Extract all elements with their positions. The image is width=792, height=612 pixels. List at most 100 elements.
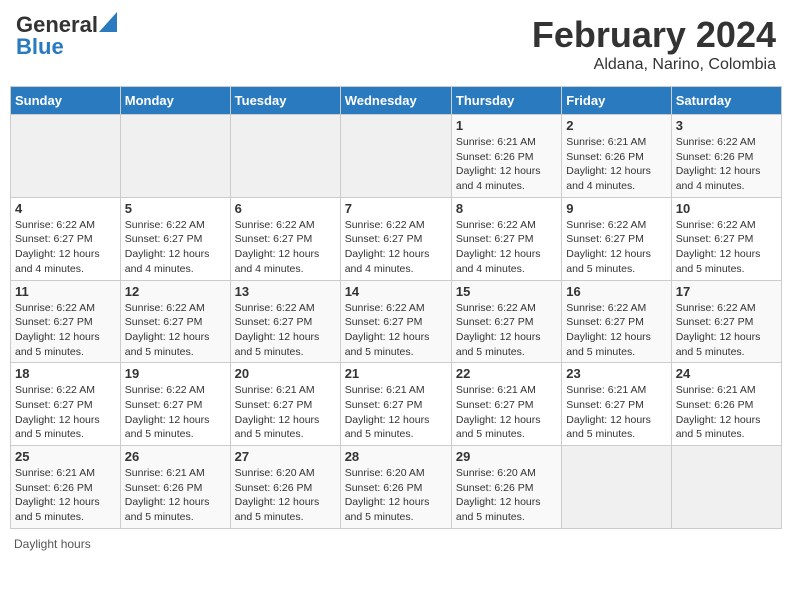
day-detail: Sunrise: 6:22 AM Sunset: 6:27 PM Dayligh…	[235, 218, 336, 277]
calendar-week-row: 4 Sunrise: 6:22 AM Sunset: 6:27 PM Daylig…	[11, 197, 782, 280]
day-detail: Sunrise: 6:22 AM Sunset: 6:27 PM Dayligh…	[456, 218, 557, 277]
logo-triangle-icon	[99, 12, 117, 32]
logo-blue-text: Blue	[16, 36, 64, 58]
day-number: 3	[676, 118, 777, 133]
calendar-cell	[230, 115, 340, 198]
calendar-cell: 3 Sunrise: 6:22 AM Sunset: 6:26 PM Daylig…	[671, 115, 781, 198]
day-number: 9	[566, 201, 666, 216]
day-number: 12	[125, 284, 226, 299]
calendar-cell: 29 Sunrise: 6:20 AM Sunset: 6:26 PM Dayli…	[451, 446, 561, 529]
calendar-cell: 22 Sunrise: 6:21 AM Sunset: 6:27 PM Dayli…	[451, 363, 561, 446]
day-detail: Sunrise: 6:21 AM Sunset: 6:27 PM Dayligh…	[566, 383, 666, 442]
day-number: 6	[235, 201, 336, 216]
day-number: 22	[456, 366, 557, 381]
day-detail: Sunrise: 6:22 AM Sunset: 6:27 PM Dayligh…	[566, 218, 666, 277]
day-detail: Sunrise: 6:21 AM Sunset: 6:26 PM Dayligh…	[676, 383, 777, 442]
calendar-cell: 14 Sunrise: 6:22 AM Sunset: 6:27 PM Dayli…	[340, 280, 451, 363]
calendar-cell	[11, 115, 121, 198]
day-number: 29	[456, 449, 557, 464]
calendar-cell	[340, 115, 451, 198]
day-number: 23	[566, 366, 666, 381]
day-number: 17	[676, 284, 777, 299]
day-detail: Sunrise: 6:21 AM Sunset: 6:26 PM Dayligh…	[125, 466, 226, 525]
day-detail: Sunrise: 6:21 AM Sunset: 6:27 PM Dayligh…	[235, 383, 336, 442]
main-title: February 2024	[532, 14, 776, 56]
day-number: 18	[15, 366, 116, 381]
calendar-day-header: Thursday	[451, 87, 561, 115]
day-number: 24	[676, 366, 777, 381]
logo-general-text: General	[16, 14, 98, 36]
day-detail: Sunrise: 6:21 AM Sunset: 6:26 PM Dayligh…	[456, 135, 557, 194]
day-detail: Sunrise: 6:20 AM Sunset: 6:26 PM Dayligh…	[235, 466, 336, 525]
day-detail: Sunrise: 6:22 AM Sunset: 6:27 PM Dayligh…	[345, 218, 447, 277]
day-detail: Sunrise: 6:22 AM Sunset: 6:27 PM Dayligh…	[235, 301, 336, 360]
day-detail: Sunrise: 6:21 AM Sunset: 6:27 PM Dayligh…	[456, 383, 557, 442]
calendar-day-header: Monday	[120, 87, 230, 115]
day-detail: Sunrise: 6:22 AM Sunset: 6:27 PM Dayligh…	[15, 218, 116, 277]
calendar-cell: 18 Sunrise: 6:22 AM Sunset: 6:27 PM Dayli…	[11, 363, 121, 446]
day-detail: Sunrise: 6:21 AM Sunset: 6:26 PM Dayligh…	[15, 466, 116, 525]
calendar-cell	[671, 446, 781, 529]
day-number: 14	[345, 284, 447, 299]
calendar-cell: 15 Sunrise: 6:22 AM Sunset: 6:27 PM Dayli…	[451, 280, 561, 363]
calendar-cell: 27Sunrise: 6:20 AM Sunset: 6:26 PM Dayli…	[230, 446, 340, 529]
calendar-day-header: Friday	[562, 87, 671, 115]
day-detail: Sunrise: 6:21 AM Sunset: 6:26 PM Dayligh…	[566, 135, 666, 194]
calendar-cell: 17 Sunrise: 6:22 AM Sunset: 6:27 PM Dayli…	[671, 280, 781, 363]
calendar-cell: 6 Sunrise: 6:22 AM Sunset: 6:27 PM Daylig…	[230, 197, 340, 280]
calendar-cell	[120, 115, 230, 198]
calendar-cell: 24 Sunrise: 6:21 AM Sunset: 6:26 PM Dayli…	[671, 363, 781, 446]
day-detail: Sunrise: 6:22 AM Sunset: 6:27 PM Dayligh…	[676, 301, 777, 360]
day-detail: Sunrise: 6:22 AM Sunset: 6:27 PM Dayligh…	[15, 301, 116, 360]
day-number: 25	[15, 449, 116, 464]
day-detail: Sunrise: 6:22 AM Sunset: 6:27 PM Dayligh…	[15, 383, 116, 442]
calendar-header-row: SundayMondayTuesdayWednesdayThursdayFrid…	[11, 87, 782, 115]
calendar-cell	[562, 446, 671, 529]
calendar-week-row: 18 Sunrise: 6:22 AM Sunset: 6:27 PM Dayli…	[11, 363, 782, 446]
day-number: 2	[566, 118, 666, 133]
calendar-day-header: Tuesday	[230, 87, 340, 115]
sub-title: Aldana, Narino, Colombia	[532, 56, 776, 74]
calendar-cell: 8 Sunrise: 6:22 AM Sunset: 6:27 PM Daylig…	[451, 197, 561, 280]
calendar-week-row: 11 Sunrise: 6:22 AM Sunset: 6:27 PM Dayli…	[11, 280, 782, 363]
calendar-week-row: 1Sunrise: 6:21 AM Sunset: 6:26 PM Daylig…	[11, 115, 782, 198]
page-header: General Blue February 2024 Aldana, Narin…	[10, 10, 782, 78]
calendar-cell: 9 Sunrise: 6:22 AM Sunset: 6:27 PM Daylig…	[562, 197, 671, 280]
day-number: 10	[676, 201, 777, 216]
day-detail: Sunrise: 6:22 AM Sunset: 6:26 PM Dayligh…	[676, 135, 777, 194]
calendar-cell: 4 Sunrise: 6:22 AM Sunset: 6:27 PM Daylig…	[11, 197, 121, 280]
day-number: 19	[125, 366, 226, 381]
day-number: 11	[15, 284, 116, 299]
day-number: 28	[345, 449, 447, 464]
calendar-cell: 23 Sunrise: 6:21 AM Sunset: 6:27 PM Dayli…	[562, 363, 671, 446]
day-number: 8	[456, 201, 557, 216]
title-block: February 2024 Aldana, Narino, Colombia	[532, 14, 776, 74]
logo: General Blue	[16, 14, 117, 58]
calendar-cell: 2 Sunrise: 6:21 AM Sunset: 6:26 PM Daylig…	[562, 115, 671, 198]
day-number: 7	[345, 201, 447, 216]
day-detail: Sunrise: 6:20 AM Sunset: 6:26 PM Dayligh…	[456, 466, 557, 525]
calendar-cell: 16Sunrise: 6:22 AM Sunset: 6:27 PM Dayli…	[562, 280, 671, 363]
day-detail: Sunrise: 6:20 AM Sunset: 6:26 PM Dayligh…	[345, 466, 447, 525]
day-number: 16	[566, 284, 666, 299]
calendar-cell: 13Sunrise: 6:22 AM Sunset: 6:27 PM Dayli…	[230, 280, 340, 363]
calendar-cell: 11 Sunrise: 6:22 AM Sunset: 6:27 PM Dayli…	[11, 280, 121, 363]
calendar-cell: 28 Sunrise: 6:20 AM Sunset: 6:26 PM Dayli…	[340, 446, 451, 529]
day-number: 21	[345, 366, 447, 381]
day-number: 26	[125, 449, 226, 464]
calendar-day-header: Sunday	[11, 87, 121, 115]
day-detail: Sunrise: 6:22 AM Sunset: 6:27 PM Dayligh…	[345, 301, 447, 360]
calendar-cell: 21Sunrise: 6:21 AM Sunset: 6:27 PM Dayli…	[340, 363, 451, 446]
day-number: 4	[15, 201, 116, 216]
calendar-day-header: Wednesday	[340, 87, 451, 115]
calendar-cell: 5Sunrise: 6:22 AM Sunset: 6:27 PM Daylig…	[120, 197, 230, 280]
day-detail: Sunrise: 6:22 AM Sunset: 6:27 PM Dayligh…	[456, 301, 557, 360]
day-number: 15	[456, 284, 557, 299]
footer-note: Daylight hours	[10, 537, 782, 551]
calendar-cell: 10Sunrise: 6:22 AM Sunset: 6:27 PM Dayli…	[671, 197, 781, 280]
day-detail: Sunrise: 6:22 AM Sunset: 6:27 PM Dayligh…	[125, 301, 226, 360]
calendar-cell: 26 Sunrise: 6:21 AM Sunset: 6:26 PM Dayli…	[120, 446, 230, 529]
calendar-cell: 1Sunrise: 6:21 AM Sunset: 6:26 PM Daylig…	[451, 115, 561, 198]
calendar-cell: 19Sunrise: 6:22 AM Sunset: 6:27 PM Dayli…	[120, 363, 230, 446]
day-detail: Sunrise: 6:22 AM Sunset: 6:27 PM Dayligh…	[125, 218, 226, 277]
